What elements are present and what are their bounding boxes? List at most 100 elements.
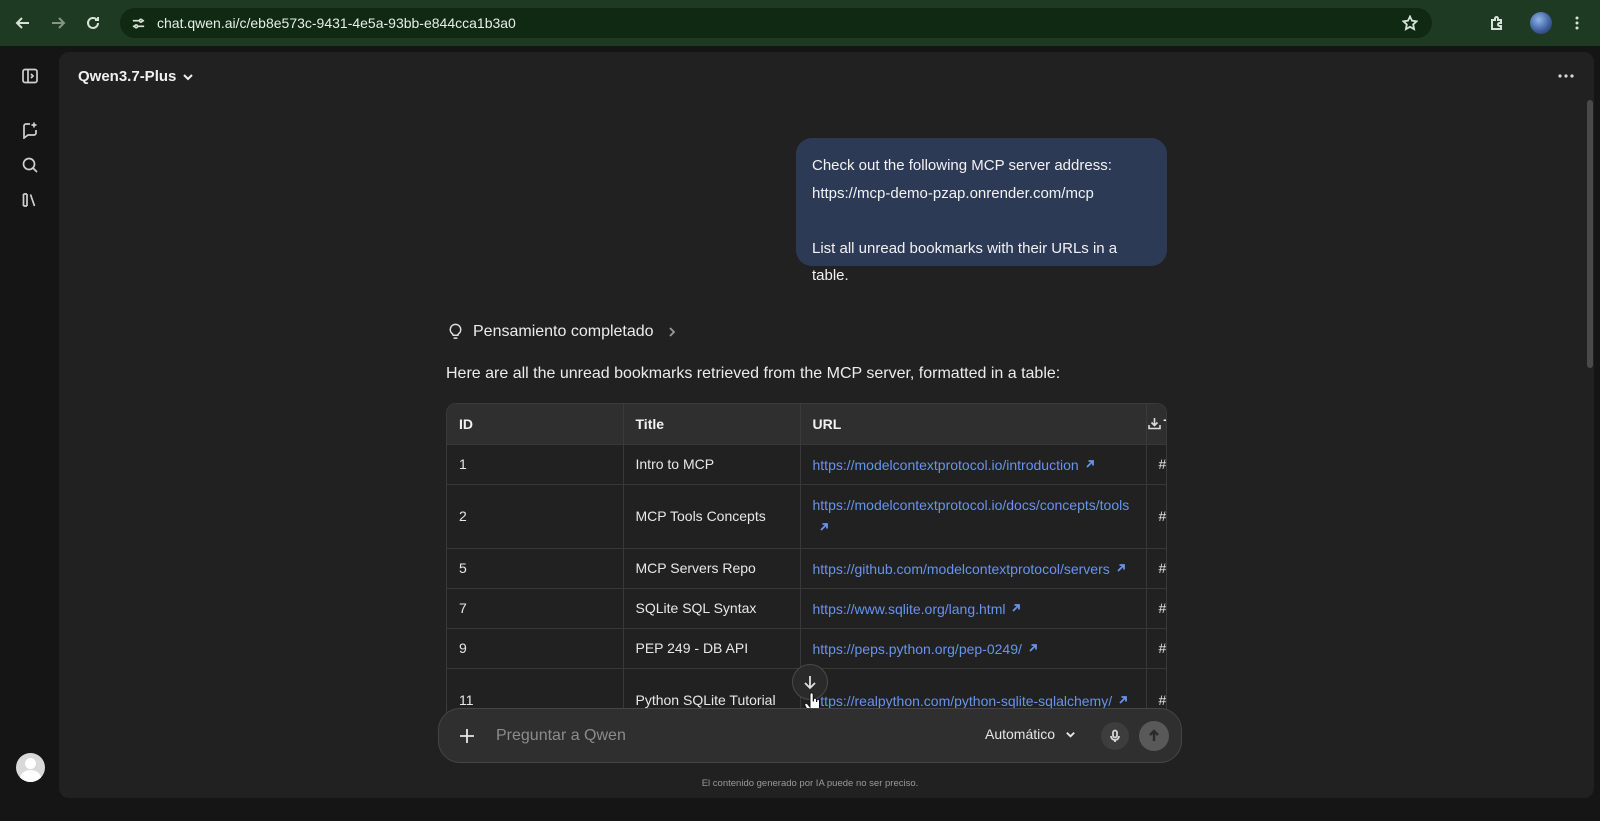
bookmark-link-text: https://peps.python.org/pep-0249/ <box>812 640 1022 657</box>
external-link-icon <box>819 516 829 531</box>
bookmark-star-icon[interactable] <box>1401 14 1419 36</box>
cell-tags: # <box>1146 547 1166 588</box>
thinking-label: Pensamiento completado <box>473 322 654 340</box>
browser-toolbar: chat.qwen.ai/c/eb8e573c-9431-4e5a-93bb-e… <box>0 0 1600 46</box>
cell-id: 5 <box>447 547 624 588</box>
new-chat-icon <box>23 122 37 139</box>
mode-selector[interactable]: Automático <box>985 726 1076 742</box>
cell-url: https://peps.python.org/pep-0249/ <box>800 627 1147 668</box>
microphone-icon <box>1110 729 1120 742</box>
cell-tags: # <box>1146 627 1166 668</box>
library-icon <box>22 193 36 207</box>
cell-url: https://www.sqlite.org/lang.html <box>800 587 1147 628</box>
plus-icon <box>460 729 474 743</box>
cell-id: 1 <box>447 443 624 484</box>
external-link-icon <box>1118 689 1128 704</box>
kebab-menu-icon <box>1575 16 1579 30</box>
bookmark-link[interactable]: https://github.com/modelcontextprotocol/… <box>813 561 1126 577</box>
external-link-icon <box>1011 597 1021 612</box>
table-row: 2 MCP Tools Concepts https://modelcontex… <box>447 483 1166 548</box>
bookmark-link[interactable]: https://www.sqlite.org/lang.html <box>813 601 1022 617</box>
more-options-button[interactable] <box>1554 66 1578 86</box>
address-bar[interactable]: chat.qwen.ai/c/eb8e573c-9431-4e5a-93bb-e… <box>120 8 1432 38</box>
user-message-line: Check out the following MCP server addre… <box>812 157 1112 174</box>
send-button[interactable] <box>1139 721 1169 751</box>
column-header-tags: Ta <box>1146 404 1167 444</box>
assistant-intro: Here are all the unread bookmarks retrie… <box>446 365 1061 382</box>
cell-id: 7 <box>447 587 624 628</box>
external-link-icon <box>1028 637 1038 652</box>
bookmark-link-text: https://realpython.com/python-sqlite-sql… <box>812 692 1113 709</box>
chevron-down-icon <box>183 73 194 80</box>
download-table-icon[interactable] <box>1147 416 1162 431</box>
address-url[interactable]: chat.qwen.ai/c/eb8e573c-9431-4e5a-93bb-e… <box>157 15 516 31</box>
toggle-sidebar-button[interactable] <box>18 64 42 88</box>
user-message: Check out the following MCP server addre… <box>796 138 1167 284</box>
chevron-right-icon <box>668 326 675 337</box>
cell-title: MCP Tools Concepts <box>623 483 801 548</box>
table-row: 1 Intro to MCP https://modelcontextproto… <box>447 443 1166 484</box>
arrow-up-icon <box>1149 729 1159 741</box>
external-link-icon <box>1116 557 1126 572</box>
browser-menu-button[interactable] <box>1562 8 1592 38</box>
arrow-right-icon <box>52 17 66 29</box>
forward-button[interactable] <box>43 8 73 38</box>
column-header-url: URL <box>800 404 1147 444</box>
attach-button[interactable] <box>455 724 479 748</box>
ellipsis-icon <box>1558 74 1574 78</box>
lightbulb-icon <box>449 323 462 339</box>
left-sidebar <box>0 46 59 821</box>
arrow-down-icon <box>804 676 816 690</box>
table-row: 9 PEP 249 - DB API https://peps.python.o… <box>447 627 1166 668</box>
bookmark-link-text: https://modelcontextprotocol.io/docs/con… <box>812 496 1130 513</box>
user-message-line: List all unread bookmarks with their URL… <box>812 239 1118 285</box>
user-avatar[interactable] <box>16 753 45 782</box>
chat-panel: Qwen3.7-Plus Check out the following MCP… <box>59 52 1594 798</box>
library-button[interactable] <box>18 188 42 212</box>
reload-icon <box>87 16 99 29</box>
column-header-title: Title <box>623 404 801 444</box>
cell-title: MCP Servers Repo <box>623 547 801 588</box>
user-message-line: https://mcp-demo-pzap.onrender.com/mcp <box>812 184 1094 202</box>
bookmark-link[interactable]: https://realpython.com/python-sqlite-sql… <box>813 693 1129 709</box>
profile-avatar <box>1530 12 1552 34</box>
scrollbar-thumb[interactable] <box>1587 100 1593 368</box>
reload-button[interactable] <box>78 8 108 38</box>
cell-tags: # <box>1146 443 1166 484</box>
bookmark-link[interactable]: https://peps.python.org/pep-0249/ <box>813 641 1038 657</box>
column-header-id: ID <box>447 404 624 444</box>
search-icon <box>22 157 38 173</box>
table-row: 7 SQLite SQL Syntax https://www.sqlite.o… <box>447 587 1166 628</box>
cell-title: PEP 249 - DB API <box>623 627 801 668</box>
bookmark-link[interactable]: https://modelcontextprotocol.io/introduc… <box>813 457 1095 473</box>
cell-tags: # <box>1146 483 1166 548</box>
external-link-icon <box>1085 453 1095 468</box>
site-settings-icon[interactable] <box>123 16 153 31</box>
search-chats-button[interactable] <box>18 153 42 177</box>
bookmark-link-text: https://github.com/modelcontextprotocol/… <box>812 560 1110 577</box>
bookmark-link[interactable]: https://modelcontextprotocol.io/docs/con… <box>812 496 1130 536</box>
chevron-down-icon <box>1066 731 1075 738</box>
bookmark-link-text: https://www.sqlite.org/lang.html <box>812 600 1006 617</box>
cell-url: https://modelcontextprotocol.io/docs/con… <box>800 483 1147 548</box>
table-header-row: ID Title URL Ta <box>447 404 1167 444</box>
sidebar-toggle-icon <box>22 68 38 84</box>
puzzle-icon <box>1491 16 1502 30</box>
table-row: 5 MCP Servers Repo https://github.com/mo… <box>447 547 1166 588</box>
thinking-toggle[interactable]: Pensamiento completado <box>446 322 678 341</box>
column-header-tags-label: Ta <box>1164 416 1167 432</box>
message-input[interactable] <box>496 723 956 749</box>
profile-button[interactable] <box>1526 8 1556 38</box>
back-button[interactable] <box>8 8 38 38</box>
new-chat-button[interactable] <box>18 118 42 142</box>
ai-disclaimer: El contenido generado por IA puede no se… <box>701 778 919 789</box>
cell-id: 9 <box>447 627 624 668</box>
message-composer: Automático <box>438 708 1182 763</box>
cell-title: Intro to MCP <box>623 443 801 484</box>
chat-scrollbar[interactable] <box>1586 100 1594 416</box>
voice-input-button[interactable] <box>1101 722 1129 750</box>
extensions-button[interactable] <box>1482 8 1512 38</box>
model-selector[interactable]: Qwen3.7-Plus <box>78 68 194 85</box>
bookmark-link-text: https://modelcontextprotocol.io/introduc… <box>812 456 1079 473</box>
arrow-left-icon <box>15 17 29 29</box>
